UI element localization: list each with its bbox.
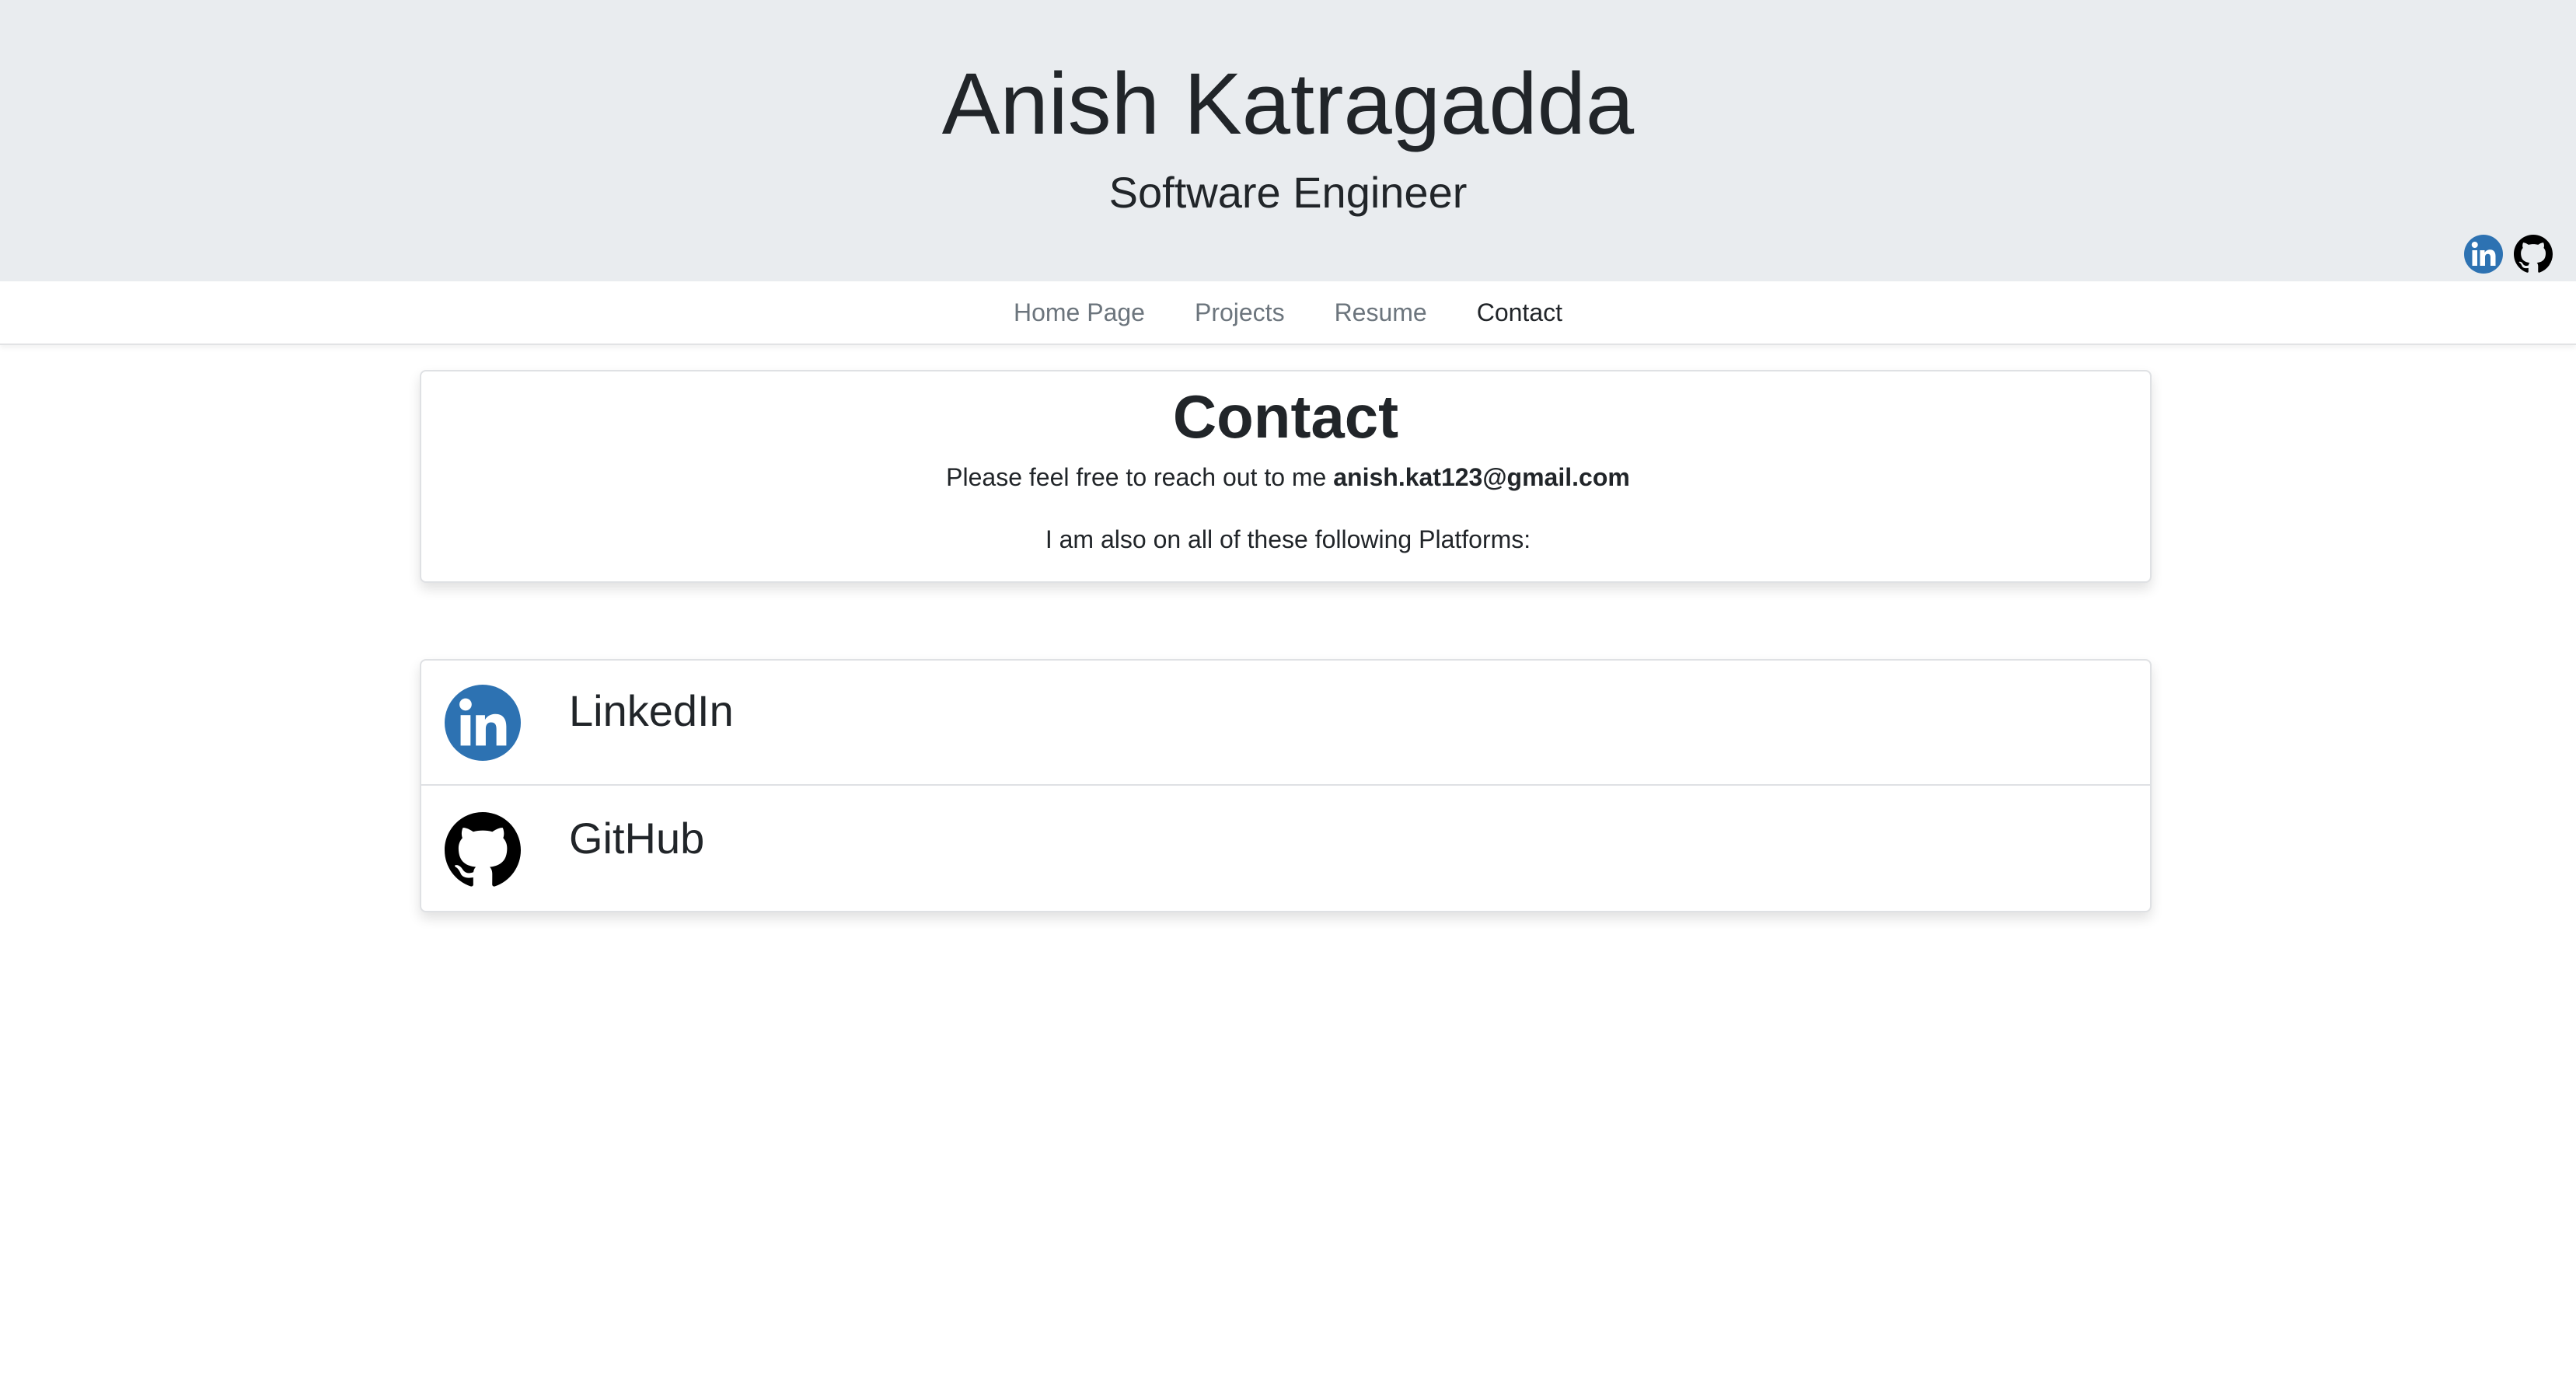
platform-label-github: GitHub <box>569 813 705 863</box>
nav-home-page[interactable]: Home Page <box>989 281 1170 344</box>
linkedin-icon[interactable] <box>2464 235 2503 274</box>
contact-email[interactable]: anish.kat123@gmail.com <box>1333 463 1630 491</box>
nav-resume[interactable]: Resume <box>1310 281 1452 344</box>
nav-projects[interactable]: Projects <box>1170 281 1310 344</box>
linkedin-icon <box>445 684 521 761</box>
platforms-intro-text: I am also on all of these following Plat… <box>1045 525 1531 553</box>
github-icon <box>445 811 521 887</box>
site-owner-name: Anish Katragadda <box>941 55 1635 152</box>
platform-label-linkedin: LinkedIn <box>569 685 734 735</box>
nav-contact[interactable]: Contact <box>1452 281 1587 344</box>
platform-list: LinkedIn GitHub <box>420 659 2152 912</box>
contact-intro-text: Please feel free to reach out to me <box>946 463 1334 491</box>
platform-item-linkedin[interactable]: LinkedIn <box>421 661 2150 786</box>
platform-item-github[interactable]: GitHub <box>421 787 2150 912</box>
main-nav: Home Page Projects Resume Contact <box>0 281 2576 345</box>
contact-heading: Contact <box>1172 382 1399 451</box>
header-social-links <box>2464 235 2553 274</box>
hero-header: Anish Katragadda Software Engineer <box>0 0 2576 281</box>
contact-email-line: Please feel free to reach out to me anis… <box>0 460 2576 494</box>
site-subtitle: Software Engineer <box>1108 168 1468 217</box>
github-icon[interactable] <box>2514 235 2553 274</box>
